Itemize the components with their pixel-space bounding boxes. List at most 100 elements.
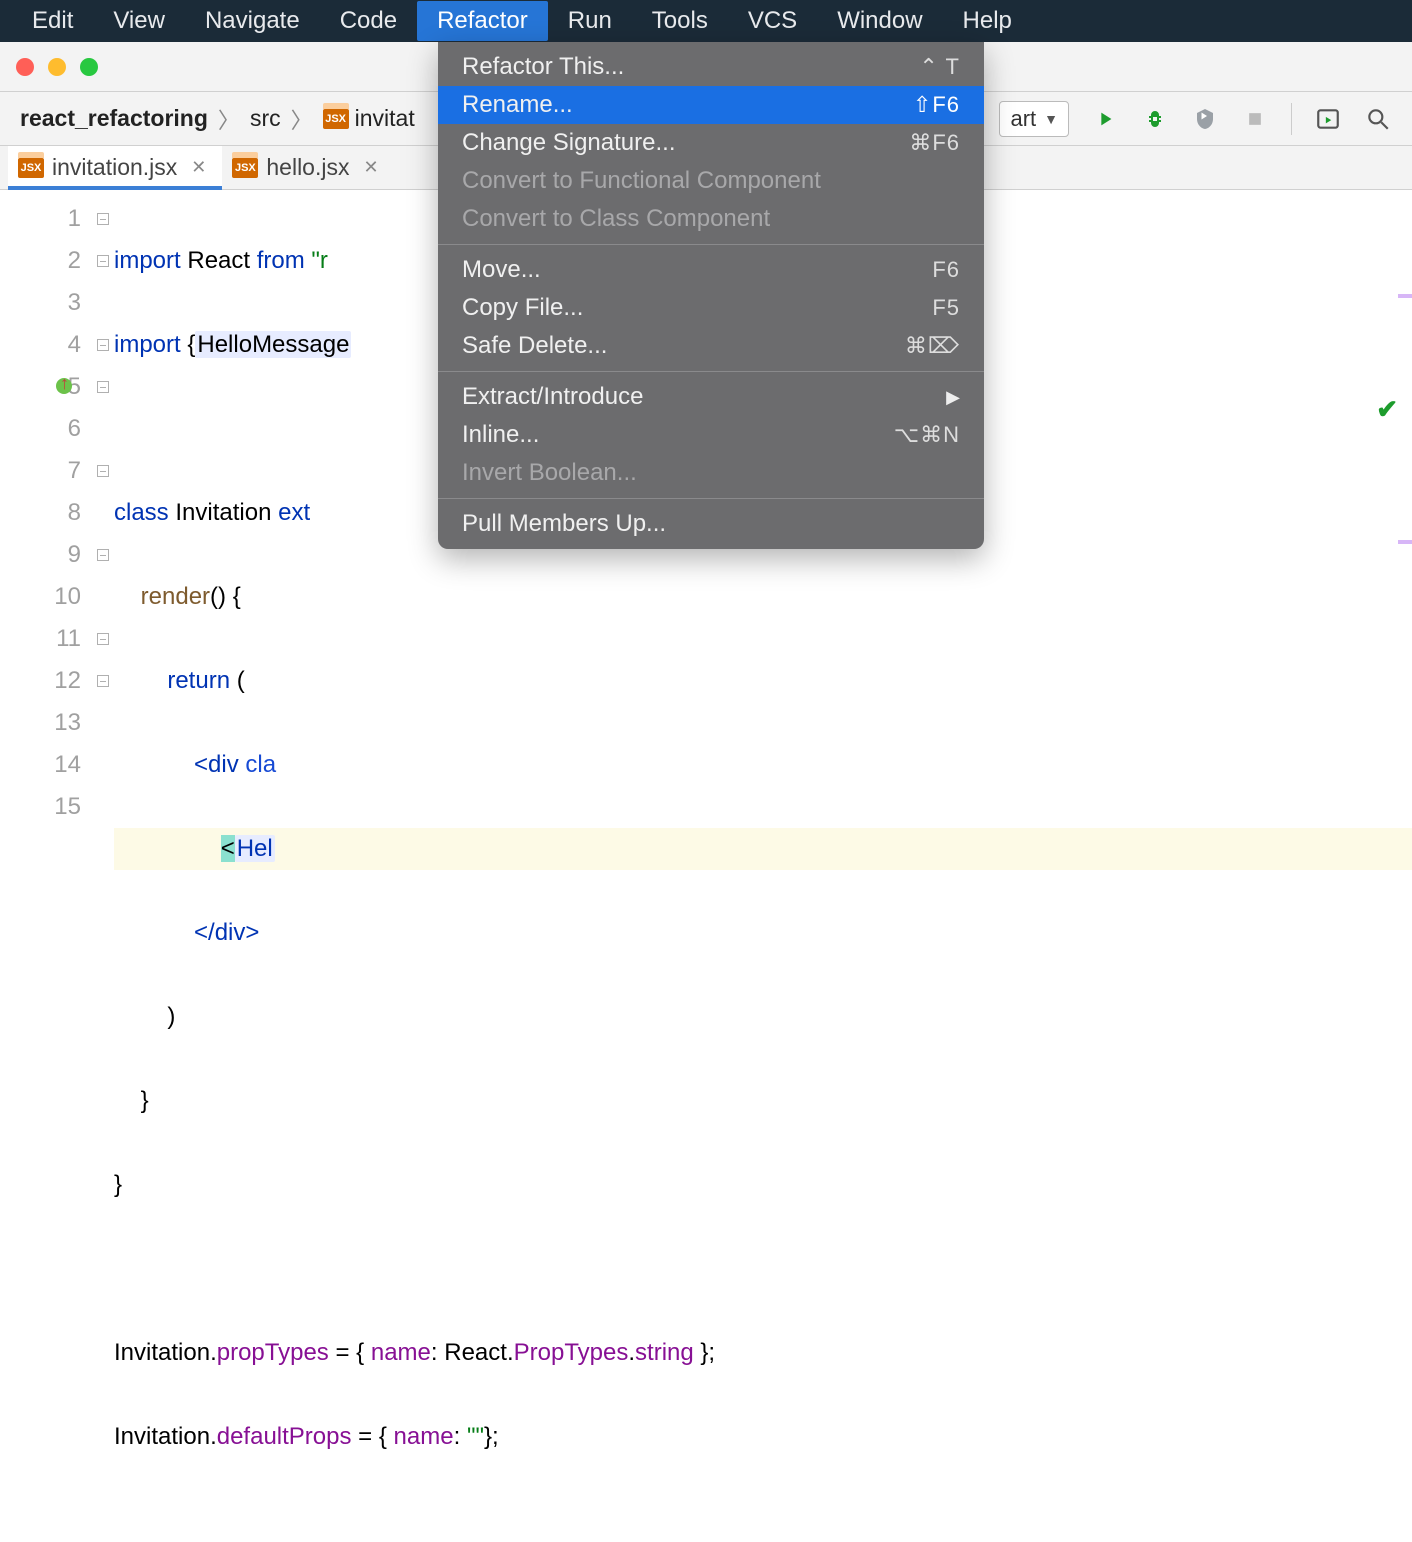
dd-extract-introduce[interactable]: Extract/Introduce ▶	[438, 378, 984, 416]
line-number: 1	[0, 198, 81, 240]
breadcrumb-folder[interactable]: src	[250, 105, 281, 132]
minimize-window-button[interactable]	[48, 58, 66, 76]
breadcrumb-file-label: invitat	[355, 105, 415, 132]
code-line: render() {	[114, 576, 1412, 618]
dd-inline[interactable]: Inline...⌥⌘N	[438, 416, 984, 454]
breadcrumb-separator-icon: 〉	[291, 103, 313, 135]
tab-label: hello.jsx	[266, 154, 349, 181]
dd-separator	[438, 371, 984, 372]
fold-toggle[interactable]	[97, 675, 109, 687]
fold-toggle[interactable]	[97, 549, 109, 561]
fold-column	[92, 190, 114, 834]
dd-convert-functional: Convert to Functional Component	[438, 162, 984, 200]
dd-label: Refactor This...	[462, 53, 624, 81]
dd-shortcut: F6	[932, 257, 960, 283]
inspection-ok-icon[interactable]: ✔	[1376, 388, 1398, 430]
line-number: 7	[0, 450, 81, 492]
dd-safe-delete[interactable]: Safe Delete...⌘⌦	[438, 327, 984, 365]
line-number: 9	[0, 534, 81, 576]
run-coverage-button[interactable]	[1191, 105, 1219, 133]
line-number: 6	[0, 408, 81, 450]
line-number: 8	[0, 492, 81, 534]
close-tab-icon[interactable]: ✕	[363, 157, 378, 178]
dd-separator	[438, 498, 984, 499]
dd-rename[interactable]: Rename...⇧F6	[438, 86, 984, 124]
line-number: 14	[0, 744, 81, 786]
breadcrumb-project[interactable]: react_refactoring	[20, 105, 208, 132]
menu-refactor[interactable]: Refactor	[417, 1, 548, 41]
stop-button[interactable]	[1241, 105, 1269, 133]
menu-help[interactable]: Help	[943, 1, 1032, 41]
code-line: }	[114, 1164, 1412, 1206]
jsx-file-icon: JSX	[232, 158, 258, 178]
dd-label: Pull Members Up...	[462, 510, 666, 538]
dd-label: Convert to Class Component	[462, 205, 770, 233]
run-button[interactable]	[1091, 105, 1119, 133]
tab-label: invitation.jsx	[52, 154, 177, 181]
submenu-arrow-icon: ▶	[946, 387, 960, 408]
fold-toggle[interactable]	[97, 381, 109, 393]
dd-move[interactable]: Move... F6	[438, 251, 984, 289]
dd-label: Change Signature...	[462, 129, 675, 157]
close-tab-icon[interactable]: ✕	[191, 157, 206, 178]
fold-toggle[interactable]	[97, 255, 109, 267]
tab-invitation[interactable]: JSX invitation.jsx ✕	[8, 146, 222, 189]
fold-toggle[interactable]	[97, 465, 109, 477]
dd-separator	[438, 244, 984, 245]
tab-hello[interactable]: JSX hello.jsx ✕	[222, 146, 394, 189]
dd-label: Move...	[462, 256, 541, 284]
fold-toggle[interactable]	[97, 633, 109, 645]
line-number: 15	[0, 786, 81, 828]
menu-navigate[interactable]: Navigate	[185, 1, 320, 41]
code-line: )	[114, 996, 1412, 1038]
dd-shortcut: ⇧F6	[913, 92, 960, 118]
dd-pull-members-up[interactable]: Pull Members Up...	[438, 505, 984, 543]
jsx-file-icon: JSX	[323, 109, 349, 129]
code-line: <Hel	[114, 828, 1412, 870]
menu-code[interactable]: Code	[320, 1, 417, 41]
code-line: Invitation.defaultProps = { name: ""};	[114, 1416, 1412, 1458]
code-line: </div>	[114, 912, 1412, 954]
dd-shortcut: ⌃ T	[919, 54, 960, 80]
debug-button[interactable]	[1141, 105, 1169, 133]
fold-toggle[interactable]	[97, 339, 109, 351]
close-window-button[interactable]	[16, 58, 34, 76]
dd-label: Invert Boolean...	[462, 459, 637, 487]
gutter-implement-icon[interactable]: ↑	[46, 366, 72, 392]
dd-change-signature[interactable]: Change Signature... ⌘F6	[438, 124, 984, 162]
run-config-label: art	[1010, 106, 1036, 132]
breadcrumb-separator-icon: 〉	[218, 103, 240, 135]
code-line: <div cla	[114, 744, 1412, 786]
scrollbar-marker[interactable]	[1398, 540, 1412, 544]
run-config-selector[interactable]: art ▼	[999, 101, 1069, 137]
dd-refactor-this[interactable]: Refactor This... ⌃ T	[438, 48, 984, 86]
menu-window[interactable]: Window	[817, 1, 942, 41]
line-number: 11	[0, 618, 81, 660]
dd-label: Extract/Introduce	[462, 383, 643, 411]
line-number: 3	[0, 282, 81, 324]
code-line	[114, 1248, 1412, 1290]
dd-invert-boolean: Invert Boolean...	[438, 454, 984, 492]
scrollbar-marker[interactable]	[1398, 294, 1412, 298]
dd-shortcut: F5	[932, 295, 960, 321]
dd-shortcut: ⌘F6	[909, 130, 960, 156]
line-number: 13	[0, 702, 81, 744]
maximize-window-button[interactable]	[80, 58, 98, 76]
dd-label: Convert to Functional Component	[462, 167, 821, 195]
menu-vcs[interactable]: VCS	[728, 1, 817, 41]
breadcrumb: react_refactoring 〉 src 〉 JSX invitat	[20, 103, 415, 135]
fold-toggle[interactable]	[97, 213, 109, 225]
dd-copy-file[interactable]: Copy File... F5	[438, 289, 984, 327]
menu-edit[interactable]: Edit	[12, 1, 93, 41]
code-line: Invitation.propTypes = { name: React.Pro…	[114, 1332, 1412, 1374]
line-number: 4	[0, 324, 81, 366]
dd-label: Copy File...	[462, 294, 583, 322]
run-anything-button[interactable]	[1314, 105, 1342, 133]
search-button[interactable]	[1364, 105, 1392, 133]
line-number-gutter: 1 2 3 4 5 6 7 8 9 10 11 12 13 14 15 ↑	[0, 190, 92, 834]
breadcrumb-file[interactable]: JSX invitat	[323, 105, 415, 132]
menu-run[interactable]: Run	[548, 1, 632, 41]
menu-tools[interactable]: Tools	[632, 1, 728, 41]
line-number: 12	[0, 660, 81, 702]
menu-view[interactable]: View	[93, 1, 185, 41]
